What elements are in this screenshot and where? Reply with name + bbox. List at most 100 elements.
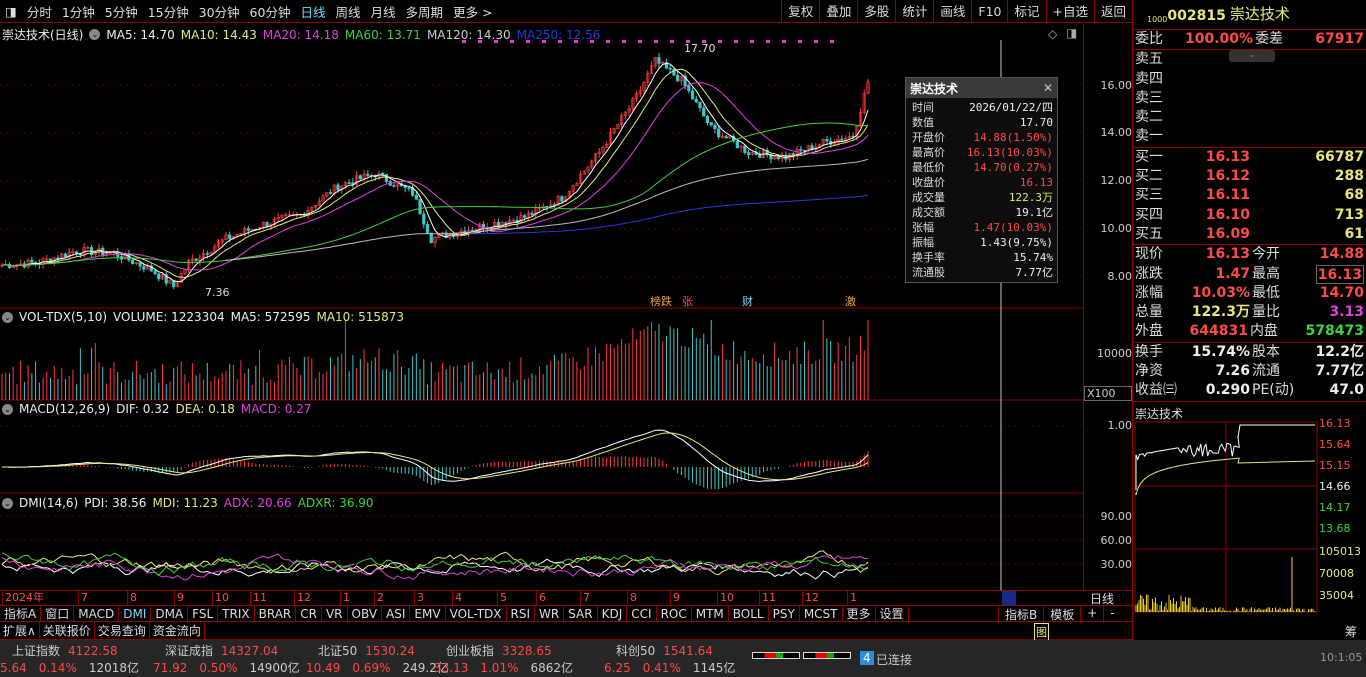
toolbar-button[interactable]: F10	[971, 0, 1007, 23]
bottom-tab[interactable]: 资金流向	[150, 622, 205, 639]
indicator-tab[interactable]: MCST	[800, 606, 843, 621]
indicator-tab[interactable]: 设置	[876, 606, 909, 621]
stat-value: 578473	[1305, 323, 1364, 340]
bid-row[interactable]: 买二 16.12 288	[1133, 167, 1366, 186]
indicator-tab[interactable]: SAR	[564, 606, 598, 621]
toolbar-button[interactable]: 复权	[781, 0, 819, 23]
unit-label: X100	[1084, 386, 1132, 401]
toolbar-button[interactable]: 画线	[933, 0, 971, 23]
indicator-right-tab[interactable]: -	[1103, 606, 1120, 623]
candle-body	[265, 221, 269, 227]
indicator-tab[interactable]: DMI	[119, 606, 152, 621]
candle-body	[414, 194, 418, 200]
bid-row[interactable]: 买五 16.09 61	[1133, 225, 1366, 244]
stat-label: 最高	[1252, 265, 1280, 282]
index-quote[interactable]: 上证指数 4122.58 5.64 0.14% 12018亿	[0, 643, 151, 677]
tooltip-row: 流通股 7.77亿	[906, 265, 1057, 280]
indicator-tab[interactable]: OBV	[348, 606, 383, 621]
bid-row[interactable]: 买一 16.13 66787	[1133, 148, 1366, 167]
period-tab[interactable]: 1分钟	[57, 2, 100, 21]
close-icon[interactable]: ✕	[1043, 81, 1053, 95]
bottom-tab[interactable]: 关联报价	[40, 622, 95, 639]
intraday-chart[interactable]: 16.13 15.64 15.15 14.66 14.17 13.68 105013 7000…	[1133, 415, 1366, 615]
chip-tab[interactable]: 筹	[1345, 623, 1357, 640]
bid-row[interactable]: 买四 16.10 713	[1133, 206, 1366, 225]
chevron-down-icon[interactable]: ⌄	[2, 403, 13, 415]
indicator-tab[interactable]: VR	[322, 606, 348, 621]
indicator-tab[interactable]: FSL	[188, 606, 219, 621]
indicator-tab[interactable]: MACD	[74, 606, 120, 621]
indicator-tab[interactable]: MTM	[692, 606, 729, 621]
indicator-tab[interactable]: RSI	[507, 606, 536, 621]
stat-value: 14.88	[1319, 246, 1364, 263]
stat-label: 现价	[1135, 246, 1163, 263]
indicator-tab[interactable]: ASI	[382, 606, 411, 621]
chevron-down-icon[interactable]: ⌄	[2, 497, 13, 509]
indicator-tab[interactable]: VOL-TDX	[446, 606, 507, 621]
period-tab[interactable]: 15分钟	[143, 2, 194, 21]
layout-icon[interactable]: ◨	[0, 4, 22, 19]
expand-icon[interactable]: ⌄	[1229, 50, 1275, 62]
signal-dot	[734, 40, 738, 43]
toolbar-button[interactable]: 叠加	[819, 0, 857, 23]
indicator-tab[interactable]: PSY	[769, 606, 800, 621]
axis-label: 10000	[1097, 347, 1132, 360]
index-quote[interactable]: 创业板指 3328.65 33.13 1.01% 6862亿	[434, 643, 585, 677]
event-mark[interactable]: 榜跌	[650, 293, 672, 309]
toolbar-button[interactable]: 统计	[895, 0, 933, 23]
date-tick: 10	[212, 591, 229, 605]
period-tab[interactable]: 分时	[22, 2, 57, 21]
bid-row[interactable]: 买三 16.11 68	[1133, 186, 1366, 205]
signal-dot	[526, 40, 530, 43]
indicator-tab[interactable]: TRIX	[218, 606, 255, 621]
bottom-tab[interactable]: 扩展∧	[0, 622, 40, 639]
indicator-right-tab[interactable]: 模板	[1043, 606, 1080, 623]
event-mark[interactable]: 激	[845, 293, 856, 309]
index-quote[interactable]: 深证成指 14327.04 71.92 0.50% 14900亿	[153, 643, 312, 677]
date-tick: 2	[374, 591, 384, 605]
period-tab[interactable]: 60分钟	[245, 2, 296, 21]
index-quote[interactable]: 科创50 1541.64 6.25 0.41% 1145亿	[604, 643, 747, 677]
period-tab[interactable]: 更多 >	[448, 2, 497, 21]
period-tab[interactable]: 日线	[295, 2, 330, 21]
period-tab[interactable]: 30分钟	[194, 2, 245, 21]
indicator-tab[interactable]: 更多	[843, 606, 876, 621]
period-tab[interactable]: 多周期	[401, 2, 449, 21]
candle-body	[418, 199, 422, 215]
indicator-tab[interactable]: 指标A	[0, 606, 42, 621]
chevron-down-icon[interactable]: ⌄	[2, 311, 13, 323]
toolbar-button[interactable]: 标记	[1007, 0, 1045, 23]
candle-body	[496, 222, 501, 227]
indicator-right-tab[interactable]: +	[1080, 606, 1103, 623]
indicator-right-tab[interactable]: 指标B	[998, 606, 1043, 623]
bottom-tab[interactable]: 交易查询	[95, 622, 150, 639]
indicator-tab[interactable]: 窗口	[41, 606, 75, 621]
period-tab[interactable]: 5分钟	[100, 2, 143, 21]
toolbar-button[interactable]: +自选	[1045, 0, 1094, 23]
tooltip-value: 1.47(10.03%)	[973, 221, 1053, 234]
indicator-tab[interactable]: WR	[535, 606, 565, 621]
candle-body	[392, 185, 396, 187]
event-mark[interactable]: 财	[742, 293, 753, 309]
candle-body	[690, 90, 695, 100]
indicator-tab[interactable]: BRAR	[255, 606, 297, 621]
indicator-tab[interactable]: DMA	[151, 606, 189, 621]
indicator-tab[interactable]: ROC	[657, 606, 692, 621]
date-tick: 7	[580, 591, 590, 605]
indicator-tab[interactable]: CR	[296, 606, 322, 621]
indicator-tab[interactable]: EMV	[410, 606, 446, 621]
stat-row: 涨幅 10.03% 最低 14.70	[1133, 284, 1366, 303]
indicator-tab[interactable]: KDJ	[598, 606, 628, 621]
index-name: 创业板指	[446, 644, 495, 658]
toolbar-button[interactable]: 多股	[857, 0, 895, 23]
scroll-thumb[interactable]	[1002, 591, 1016, 605]
date-tick: 7	[78, 591, 88, 605]
event-mark[interactable]: 张	[682, 293, 693, 309]
indicator-tab[interactable]: BOLL	[729, 606, 769, 621]
chart-tab[interactable]: 图	[1034, 623, 1049, 641]
candle-body	[687, 85, 691, 92]
indicator-tab[interactable]: CCI	[627, 606, 657, 621]
period-tab[interactable]: 周线	[330, 2, 365, 21]
toolbar-button[interactable]: 返回	[1093, 0, 1132, 23]
period-tab[interactable]: 月线	[365, 2, 400, 21]
